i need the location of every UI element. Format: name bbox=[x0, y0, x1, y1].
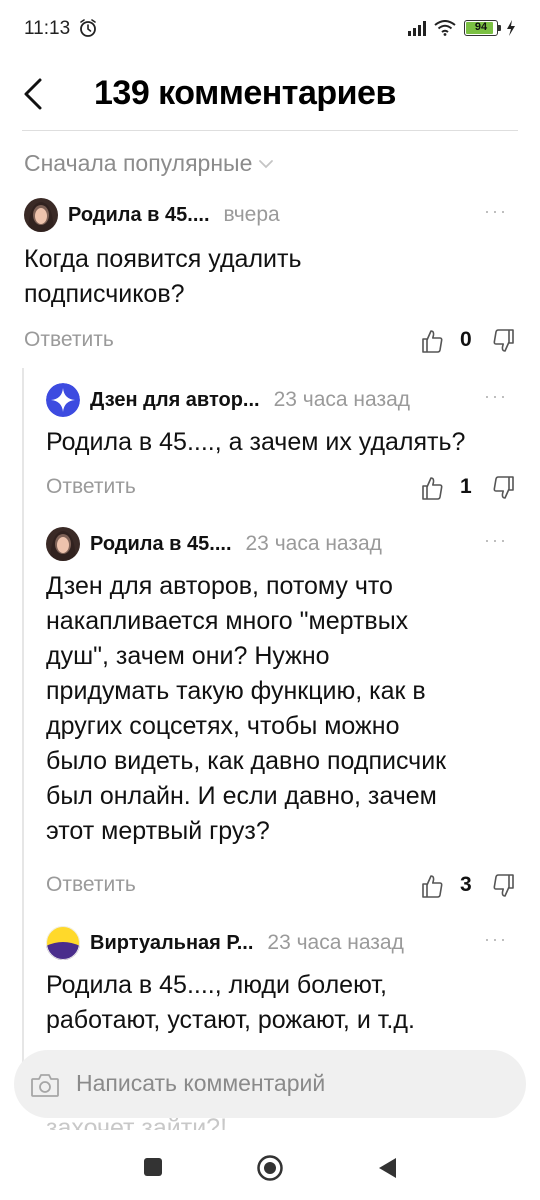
comment-author[interactable]: Дзен для автор... bbox=[90, 389, 260, 412]
battery-icon: 94 bbox=[464, 20, 501, 36]
system-nav-bar bbox=[0, 1134, 540, 1200]
charging-icon bbox=[507, 20, 515, 36]
comment-text-line: Родила в 45...., люди болеют, bbox=[46, 971, 387, 999]
reply-button[interactable]: Ответить bbox=[46, 873, 136, 897]
comment-text-line: душ", зачем они? Нужно bbox=[46, 642, 330, 670]
avatar[interactable] bbox=[46, 383, 80, 417]
thumbs-up-icon[interactable] bbox=[420, 475, 444, 501]
thumbs-down-icon[interactable] bbox=[492, 873, 516, 899]
comment-time: 23 часа назад bbox=[267, 931, 404, 954]
partially-hidden-text: захочет зайти?! bbox=[46, 1116, 228, 1130]
avatar[interactable] bbox=[46, 527, 80, 561]
comment-input-placeholder: Написать комментарий bbox=[76, 1070, 326, 1096]
like-count: 3 bbox=[460, 873, 472, 896]
comment-text-line: придумать такую функцию, как в bbox=[46, 677, 426, 705]
comment-time: 23 часа назад bbox=[273, 388, 411, 411]
home-button[interactable] bbox=[256, 1154, 284, 1182]
page-title: 139 комментариев bbox=[94, 74, 396, 112]
more-options-icon[interactable]: ··· bbox=[484, 387, 508, 405]
alarm-icon bbox=[80, 19, 96, 37]
chevron-left-icon[interactable] bbox=[16, 74, 52, 114]
more-options-icon[interactable]: ··· bbox=[484, 930, 508, 948]
comment-text-line: был онлайн. И если давно, зачем bbox=[46, 782, 437, 810]
comment-text-line: других соцсетях, чтобы можно bbox=[46, 712, 400, 740]
status-bar: 11:13 94 bbox=[0, 0, 540, 62]
comment: Дзен для автор... 23 часа назад ··· Роди… bbox=[46, 383, 518, 503]
thread-line bbox=[22, 368, 24, 1068]
more-options-icon[interactable]: ··· bbox=[484, 531, 508, 549]
comment-text: Родила в 45...., люди болеют, работают, … bbox=[46, 968, 415, 1038]
comment-text-line: этот мертвый груз? bbox=[46, 817, 270, 845]
comment-text: Дзен для авторов, потому что накапливает… bbox=[46, 569, 446, 849]
comment-text-line: работают, устают, рожают, и т.д. bbox=[46, 1006, 415, 1034]
comment-author[interactable]: Родила в 45.... bbox=[68, 204, 210, 227]
signal-icon bbox=[408, 20, 426, 36]
header: 139 комментариев bbox=[0, 62, 540, 132]
comment-author[interactable]: Родила в 45.... bbox=[90, 533, 232, 556]
battery-level: 94 bbox=[474, 21, 488, 33]
comment-text-line: подписчиков? bbox=[24, 280, 185, 308]
comment-text: Родила в 45...., а зачем их удалять? bbox=[46, 425, 465, 460]
comment-input[interactable]: Написать комментарий bbox=[14, 1050, 526, 1118]
comment-text-line: Когда появится удалить bbox=[24, 245, 302, 273]
comment-time: вчера bbox=[223, 203, 280, 226]
chevron-down-icon bbox=[259, 159, 274, 168]
comment-text: Когда появится удалить подписчиков? bbox=[24, 242, 301, 312]
comment-text-line: Дзен для авторов, потому что bbox=[46, 572, 393, 600]
header-divider bbox=[22, 130, 518, 131]
back-button[interactable] bbox=[376, 1156, 398, 1180]
comment-author[interactable]: Виртуальная Р... bbox=[90, 932, 253, 955]
like-count: 1 bbox=[460, 475, 472, 498]
reply-button[interactable]: Ответить bbox=[24, 328, 114, 352]
comment: Родила в 45.... вчера ··· Когда появится… bbox=[24, 198, 518, 368]
sort-label: Сначала популярные bbox=[24, 150, 253, 176]
avatar[interactable] bbox=[24, 198, 58, 232]
status-icons: 94 bbox=[408, 20, 516, 36]
like-count: 0 bbox=[460, 328, 472, 351]
comment-text-line: накапливается много "мертвых bbox=[46, 607, 409, 635]
recent-apps-button[interactable] bbox=[144, 1158, 162, 1176]
reply-button[interactable]: Ответить bbox=[46, 475, 136, 499]
thumbs-down-icon[interactable] bbox=[492, 475, 516, 501]
thumbs-up-icon[interactable] bbox=[420, 873, 444, 899]
status-time: 11:13 bbox=[24, 18, 71, 39]
more-options-icon[interactable]: ··· bbox=[484, 202, 508, 220]
comment-text-line: Родила в 45...., а зачем их удалять? bbox=[46, 428, 466, 456]
thumbs-up-icon[interactable] bbox=[420, 328, 444, 354]
avatar[interactable] bbox=[46, 926, 80, 960]
wifi-icon bbox=[434, 20, 456, 36]
sort-dropdown[interactable]: Сначала популярные bbox=[24, 150, 274, 177]
comment: Родила в 45.... 23 часа назад ··· Дзен д… bbox=[46, 527, 518, 907]
camera-icon[interactable] bbox=[30, 1072, 60, 1098]
comment-text-line: было видеть, как давно подписчик bbox=[46, 747, 447, 775]
thumbs-down-icon[interactable] bbox=[492, 328, 516, 354]
comment-time: 23 часа назад bbox=[245, 532, 382, 555]
comment: Виртуальная Р... 23 часа назад ··· Родил… bbox=[46, 926, 518, 1046]
